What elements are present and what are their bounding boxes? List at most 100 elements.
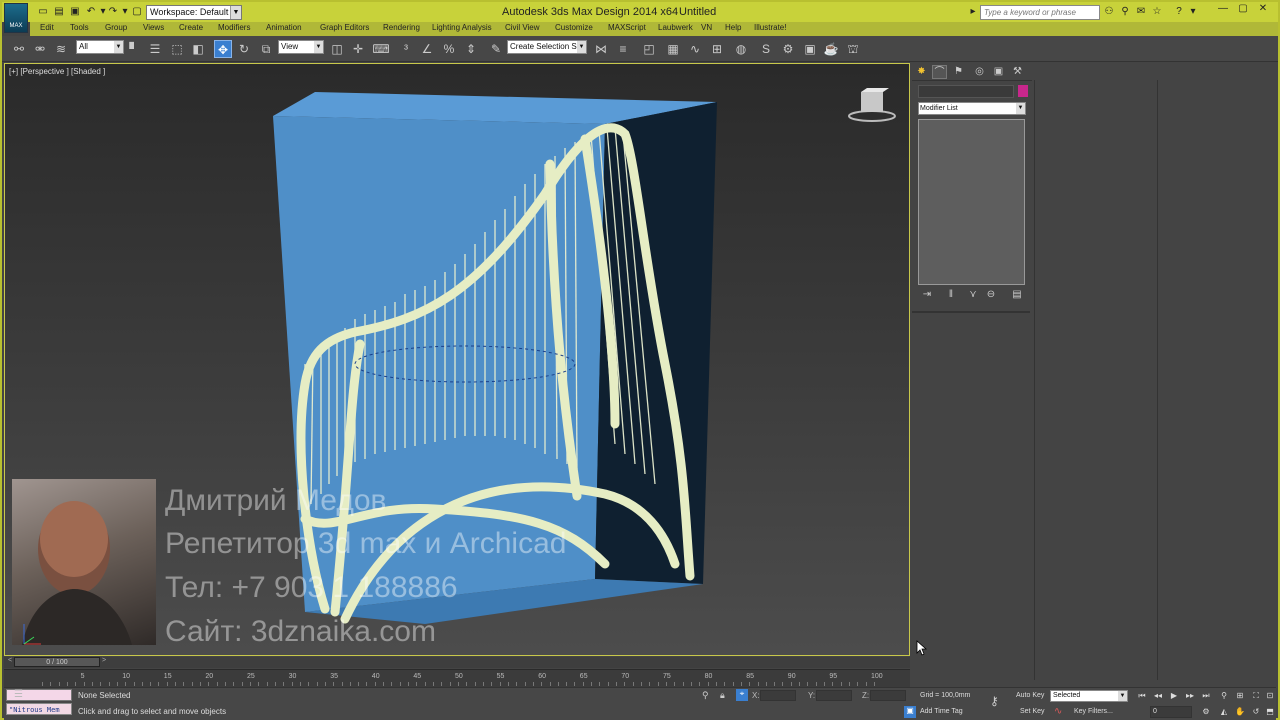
time-slider-handle[interactable]: 0 / 100 bbox=[14, 657, 100, 667]
rendered-frame-window-icon[interactable]: ▣ bbox=[801, 40, 819, 58]
display-tab-icon[interactable]: ▣ bbox=[991, 65, 1006, 79]
time-slider[interactable]: < 0 / 100 > bbox=[4, 657, 910, 668]
zoom-all-icon[interactable]: ⊞ bbox=[1234, 690, 1246, 702]
close-button[interactable]: ✕ bbox=[1254, 2, 1272, 16]
zoom-extents-all-icon[interactable]: ⊡ bbox=[1264, 690, 1276, 702]
set-key-button[interactable]: Set Key bbox=[1020, 708, 1045, 715]
menu-civil-view[interactable]: Civil View bbox=[505, 23, 540, 32]
current-frame-field[interactable]: 0 bbox=[1150, 706, 1192, 718]
go-to-start-icon[interactable]: ⏮ bbox=[1136, 690, 1148, 702]
remove-modifier-icon[interactable]: ⊖ bbox=[984, 289, 998, 303]
menu-maxscript[interactable]: MAXScript bbox=[608, 23, 646, 32]
project-folder-icon[interactable]: ▢ bbox=[130, 5, 144, 19]
key-mode-icon[interactable]: ∿ bbox=[1054, 706, 1062, 717]
perspective-viewport[interactable]: [+] [Perspective ] [Shaded ] Дмитрий Мед… bbox=[4, 63, 910, 656]
named-selection-dropdown[interactable]: Create Selection Se ▼ bbox=[507, 40, 587, 54]
next-frame-arrow[interactable]: > bbox=[102, 657, 106, 664]
percent-snap-icon[interactable]: % bbox=[440, 40, 458, 58]
new-file-icon[interactable]: ▭ bbox=[36, 5, 50, 19]
modifier-list-dropdown[interactable]: Modifier List ▼ bbox=[918, 102, 1026, 115]
window-crossing-icon[interactable]: ◧ bbox=[189, 40, 207, 58]
pin-stack-icon[interactable]: ⇥ bbox=[920, 289, 934, 303]
isolate-icon[interactable]: ⚲ bbox=[702, 690, 709, 701]
motion-tab-icon[interactable]: ◎ bbox=[972, 65, 987, 79]
favorites-icon[interactable]: ☆ bbox=[1150, 5, 1164, 19]
time-tag-icon[interactable]: ▣ bbox=[904, 706, 916, 718]
sr-script-icon[interactable]: S bbox=[757, 40, 775, 58]
selection-filter-dropdown[interactable]: All ▼ bbox=[76, 40, 124, 54]
reference-coordinate-dropdown[interactable]: View ▼ bbox=[278, 40, 324, 54]
spinner-snap-icon[interactable]: ⇕ bbox=[462, 40, 480, 58]
add-time-tag[interactable]: Add Time Tag bbox=[920, 708, 963, 715]
subscription-icon[interactable]: ⚲ bbox=[1118, 5, 1132, 19]
orbit-icon[interactable]: ↺ bbox=[1250, 706, 1262, 718]
unlink-selection-icon[interactable]: ⚮ bbox=[31, 40, 49, 58]
open-file-icon[interactable]: ▤ bbox=[52, 5, 66, 19]
menu-lighting-analysis[interactable]: Lighting Analysis bbox=[432, 23, 492, 32]
material-editor-icon[interactable]: ◍ bbox=[732, 40, 750, 58]
communication-icon[interactable]: ✉ bbox=[1134, 5, 1148, 19]
menu-create[interactable]: Create bbox=[179, 23, 203, 32]
track-bar[interactable]: 5 10 15 20 25 30 35 40 45 50 55 60 65 70 75 80 85 90 95 100 bbox=[4, 669, 910, 687]
menu-edit[interactable]: Edit bbox=[40, 23, 54, 32]
rectangular-selection-icon[interactable]: ⬚ bbox=[168, 40, 186, 58]
keyboard-shortcut-override-icon[interactable]: ⌨ bbox=[372, 40, 390, 58]
menu-group[interactable]: Group bbox=[105, 23, 127, 32]
prev-frame-arrow[interactable]: < bbox=[8, 657, 12, 664]
maximize-button[interactable]: ▢ bbox=[1234, 2, 1252, 16]
set-key-icon[interactable]: ⚷ bbox=[990, 694, 999, 708]
angle-snap-icon[interactable]: ∠ bbox=[418, 40, 436, 58]
key-filters-button[interactable]: Key Filters... bbox=[1074, 706, 1124, 718]
workspace-dropdown[interactable]: Workspace: Default ▼ bbox=[146, 5, 242, 20]
help-icon[interactable]: ? bbox=[1172, 5, 1186, 19]
menu-vn[interactable]: VN bbox=[701, 23, 712, 32]
render-production-icon[interactable]: ☕ bbox=[822, 40, 840, 58]
x-coordinate-field[interactable] bbox=[760, 690, 796, 701]
select-object-icon[interactable]: ▘ bbox=[125, 40, 143, 58]
create-tab-icon[interactable]: ✸ bbox=[914, 65, 929, 79]
menu-graph-editors[interactable]: Graph Editors bbox=[320, 23, 369, 32]
viewcube-icon[interactable] bbox=[847, 86, 897, 126]
binoculars-icon[interactable]: ⚇ bbox=[1102, 5, 1116, 19]
hierarchy-tab-icon[interactable]: ⚑ bbox=[951, 65, 966, 79]
make-unique-icon[interactable]: ⋎ bbox=[966, 289, 980, 303]
utilities-tab-icon[interactable]: ⚒ bbox=[1010, 65, 1025, 79]
zoom-extents-icon[interactable]: ⛶ bbox=[1250, 690, 1262, 702]
menu-animation[interactable]: Animation bbox=[266, 23, 302, 32]
render-setup-icon[interactable]: ⚙ bbox=[779, 40, 797, 58]
edit-named-selection-icon[interactable]: ✎ bbox=[487, 40, 505, 58]
select-and-link-icon[interactable]: ⚯ bbox=[10, 40, 28, 58]
key-selection-dropdown[interactable]: Selected ▼ bbox=[1050, 690, 1128, 702]
object-color-swatch[interactable] bbox=[1018, 85, 1028, 97]
bind-to-space-warp-icon[interactable]: ≋ bbox=[52, 40, 70, 58]
select-and-manipulate-icon[interactable]: ✛ bbox=[349, 40, 367, 58]
align-icon[interactable]: ≡ bbox=[614, 40, 632, 58]
menu-views[interactable]: Views bbox=[143, 23, 164, 32]
search-toggle-icon[interactable]: ▸ bbox=[966, 5, 980, 19]
select-by-name-icon[interactable]: ☰ bbox=[146, 40, 164, 58]
curve-editor-icon[interactable]: ∿ bbox=[686, 40, 704, 58]
pan-view-icon[interactable]: ✋ bbox=[1234, 706, 1246, 718]
configure-modifier-sets-icon[interactable]: ▤ bbox=[1010, 289, 1024, 303]
time-config-icon[interactable]: ⚙ bbox=[1200, 706, 1212, 718]
menu-tools[interactable]: Tools bbox=[70, 23, 89, 32]
application-button[interactable]: MAX bbox=[4, 3, 28, 33]
selection-lock-icon[interactable]: 🔒︎ bbox=[720, 690, 725, 701]
play-icon[interactable]: ▶ bbox=[1168, 690, 1180, 702]
menu-laubwerk[interactable]: Laubwerk bbox=[658, 23, 693, 32]
menu-customize[interactable]: Customize bbox=[555, 23, 593, 32]
previous-frame-icon[interactable]: ◂◂ bbox=[1152, 690, 1164, 702]
mirror-icon[interactable]: ⋈ bbox=[592, 40, 610, 58]
show-end-result-icon[interactable]: ‖ bbox=[944, 289, 958, 303]
go-to-end-icon[interactable]: ⏭ bbox=[1200, 690, 1212, 702]
modifier-stack[interactable] bbox=[918, 119, 1025, 285]
menu-illustrate[interactable]: Illustrate! bbox=[754, 23, 786, 32]
graphite-toolbar-icon[interactable]: ▦ bbox=[664, 40, 682, 58]
modify-tab-icon[interactable]: ⌒ bbox=[932, 65, 947, 79]
menu-modifiers[interactable]: Modifiers bbox=[218, 23, 250, 32]
select-and-rotate-icon[interactable]: ↻ bbox=[235, 40, 253, 58]
minimize-button[interactable]: — bbox=[1214, 2, 1232, 16]
absolute-mode-icon[interactable]: ⌖ bbox=[736, 689, 748, 701]
pivot-center-icon[interactable]: ◫ bbox=[328, 40, 346, 58]
schematic-view-icon[interactable]: ⊞ bbox=[708, 40, 726, 58]
